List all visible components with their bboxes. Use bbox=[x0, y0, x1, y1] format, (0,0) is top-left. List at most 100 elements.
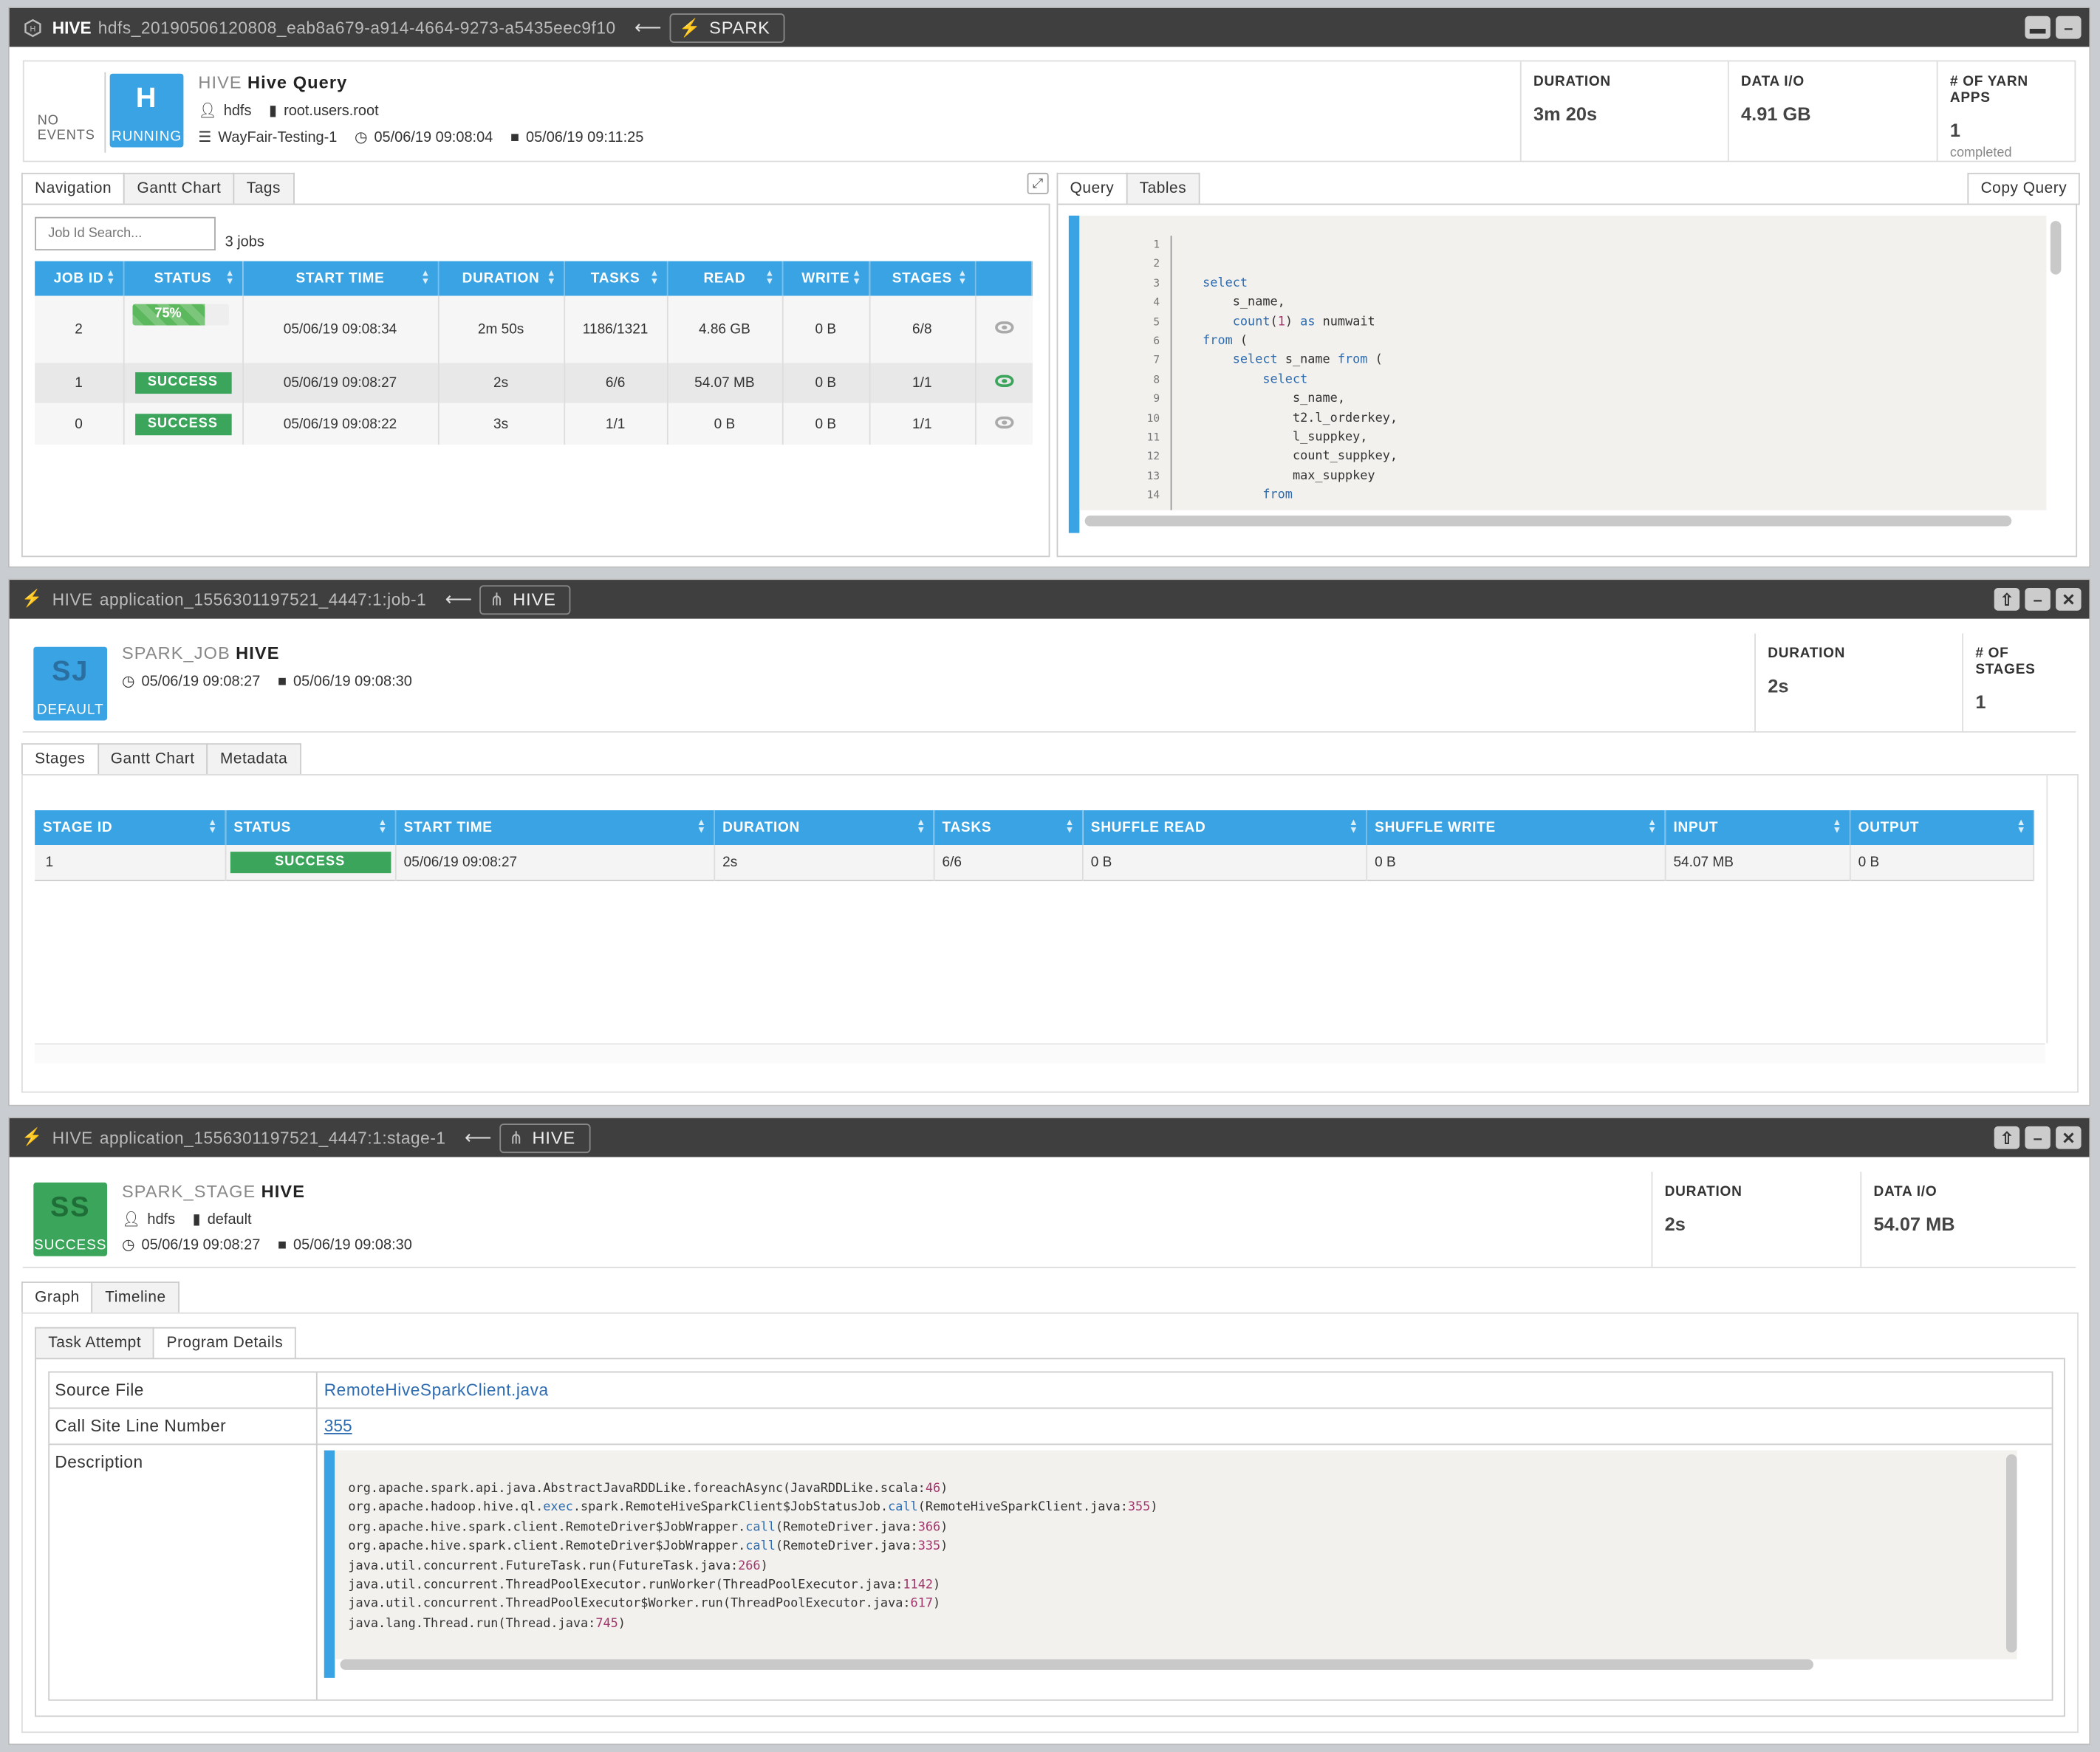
right-tabs: Query Tables bbox=[1056, 172, 1200, 204]
pin-icon[interactable]: ⇧ bbox=[1994, 587, 2020, 611]
line-text: s_name, bbox=[1203, 391, 1346, 406]
tab-query[interactable]: Query bbox=[1056, 172, 1128, 204]
tab-graph[interactable]: Graph bbox=[21, 1282, 93, 1313]
col-write[interactable]: WRITE ▲ ▼ bbox=[781, 261, 870, 296]
sort-icon[interactable]: ▲ ▼ bbox=[378, 818, 388, 836]
hive-link-label: HIVE bbox=[532, 1127, 576, 1148]
col-tasks[interactable]: TASKS ▲ ▼ bbox=[564, 261, 668, 296]
job-stages: 1/1 bbox=[869, 363, 976, 403]
expand-icon[interactable]: ⤢ bbox=[1027, 172, 1049, 194]
col-stages[interactable]: STAGES ▲ ▼ bbox=[869, 261, 976, 296]
col-label: STAGES bbox=[892, 270, 952, 287]
table-row[interactable]: 2 75% 05/06/19 09:08:34 2m 50s 1186/1321… bbox=[35, 295, 1032, 363]
tab-tables[interactable]: Tables bbox=[1126, 172, 1200, 204]
tab-tags[interactable]: Tags bbox=[233, 172, 295, 204]
view-eye-icon[interactable] bbox=[994, 415, 1013, 428]
description-scrollbar-vertical[interactable] bbox=[2006, 1454, 2017, 1653]
sort-icon[interactable]: ▲ ▼ bbox=[1833, 818, 1842, 836]
job-duration: 2s bbox=[437, 363, 565, 403]
spark-link-button[interactable]: ⚡ SPARK bbox=[669, 13, 785, 43]
sort-icon[interactable]: ▲ ▼ bbox=[916, 818, 926, 836]
end-time: 05/06/19 09:08:30 bbox=[293, 673, 412, 689]
sort-icon[interactable]: ▲ ▼ bbox=[547, 269, 556, 287]
pin-icon[interactable]: ⇧ bbox=[1994, 1126, 2020, 1149]
description-scrollbar-horizontal[interactable] bbox=[340, 1659, 1813, 1670]
tab-stages[interactable]: Stages bbox=[21, 743, 99, 774]
view-eye-icon[interactable] bbox=[994, 374, 1013, 387]
call-site-label: Call Site Line Number bbox=[55, 1417, 227, 1436]
close-icon[interactable]: ✕ bbox=[2056, 587, 2082, 611]
close-icon[interactable]: ✕ bbox=[2056, 1126, 2082, 1149]
col-duration[interactable]: DURATION ▲ ▼ bbox=[714, 810, 934, 846]
sort-icon[interactable]: ▲ ▼ bbox=[106, 269, 116, 287]
user-queue-row: 👤︎ hdfs ▮ root.users.root bbox=[198, 102, 389, 120]
col-shuffle-write[interactable]: SHUFFLE WRITE ▲ ▼ bbox=[1366, 810, 1666, 846]
col-status[interactable]: STATUS ▲ ▼ bbox=[225, 810, 396, 846]
stages-pane: STAGE ID ▲ ▼ STATUS ▲ ▼ START TIME ▲ ▼ DURATIO… bbox=[21, 773, 2079, 1093]
call-site-link[interactable]: 355 bbox=[324, 1417, 352, 1435]
query-scrollbar-horizontal[interactable] bbox=[1084, 516, 2012, 527]
tab-gantt-chart[interactable]: Gantt Chart bbox=[123, 172, 235, 204]
col-status[interactable]: STATUS ▲ ▼ bbox=[123, 261, 244, 296]
tab-gantt-chart[interactable]: Gantt Chart bbox=[97, 743, 208, 774]
col-label: DURATION bbox=[462, 270, 540, 287]
col-duration[interactable]: DURATION ▲ ▼ bbox=[437, 261, 565, 296]
sort-icon[interactable]: ▲ ▼ bbox=[1349, 818, 1358, 836]
view-eye-icon[interactable] bbox=[994, 321, 1013, 334]
copy-query-button[interactable]: Copy Query bbox=[1967, 172, 2081, 205]
query-scrollbar-vertical[interactable] bbox=[2050, 221, 2062, 275]
col-job-id[interactable]: JOB ID ▲ ▼ bbox=[35, 261, 124, 296]
col-tasks[interactable]: TASKS ▲ ▼ bbox=[933, 810, 1083, 846]
tab-timeline[interactable]: Timeline bbox=[92, 1282, 179, 1313]
stages-scrollbar-horizontal[interactable] bbox=[35, 1043, 2045, 1064]
success-badge: SS SUCCESS bbox=[33, 1182, 108, 1256]
stat-label: # OF YARN APPS bbox=[1949, 73, 2028, 106]
col-input[interactable]: INPUT ▲ ▼ bbox=[1664, 810, 1850, 846]
col-shuffle-read[interactable]: SHUFFLE READ ▲ ▼ bbox=[1081, 810, 1367, 846]
sort-icon[interactable]: ▲ ▼ bbox=[1647, 818, 1657, 836]
tab-task-attempt[interactable]: Task Attempt bbox=[35, 1327, 155, 1358]
col-label: TASKS bbox=[942, 819, 992, 836]
hive-link-button[interactable]: ⋔ HIVE bbox=[499, 1123, 591, 1153]
sort-icon[interactable]: ▲ ▼ bbox=[697, 818, 706, 836]
col-stage-id[interactable]: STAGE ID ▲ ▼ bbox=[35, 810, 226, 846]
col-start-time[interactable]: START TIME ▲ ▼ bbox=[242, 261, 439, 296]
query-line: 7 select s_name from ( bbox=[1079, 352, 2046, 371]
job-id: 2 bbox=[35, 295, 124, 363]
minimize-icon[interactable]: – bbox=[2025, 587, 2051, 611]
source-file-link[interactable]: RemoteHiveSparkClient.java bbox=[324, 1380, 549, 1399]
stat-label: DATA I/O bbox=[1873, 1183, 1937, 1200]
query-line: 14 from bbox=[1079, 487, 2046, 506]
sort-icon[interactable]: ▲ ▼ bbox=[2017, 818, 2026, 836]
job-status: SUCCESS bbox=[123, 403, 244, 445]
minimize-icon[interactable]: – bbox=[2056, 16, 2082, 39]
sort-icon[interactable]: ▲ ▼ bbox=[208, 818, 217, 836]
tab-program-details[interactable]: Program Details bbox=[153, 1327, 297, 1358]
minimize-icon[interactable]: – bbox=[2025, 1126, 2051, 1149]
hive-link-button[interactable]: ⋔ HIVE bbox=[479, 584, 571, 615]
gutter-line bbox=[1170, 236, 1172, 510]
svg-text:H: H bbox=[30, 24, 35, 33]
table-row[interactable]: 1 SUCCESS 05/06/19 09:08:27 2s 6/6 0 B 0… bbox=[35, 845, 2035, 880]
sort-icon[interactable]: ▲ ▼ bbox=[1065, 818, 1075, 836]
title-app: HIVE bbox=[52, 18, 92, 37]
comment-icon[interactable]: ▬ bbox=[2025, 16, 2051, 39]
col-start-time[interactable]: START TIME ▲ ▼ bbox=[394, 810, 715, 846]
table-row[interactable]: 0 SUCCESS 05/06/19 09:08:22 3s 1/1 0 B 0… bbox=[35, 403, 1032, 445]
sort-icon[interactable]: ▲ ▼ bbox=[225, 269, 235, 287]
tab-metadata[interactable]: Metadata bbox=[206, 743, 301, 774]
app-root: H HIVE hdfs_20190506120808_eab8a679-a914… bbox=[0, 0, 2100, 1752]
col-output[interactable]: OUTPUT ▲ ▼ bbox=[1849, 810, 2035, 846]
job-id-search-input[interactable] bbox=[35, 216, 216, 251]
table-row[interactable]: 1 SUCCESS 05/06/19 09:08:27 2s 6/6 54.07… bbox=[35, 363, 1032, 403]
sort-icon[interactable]: ▲ ▼ bbox=[958, 269, 968, 287]
sort-icon[interactable]: ▲ ▼ bbox=[650, 269, 660, 287]
job-write: 0 B bbox=[781, 295, 870, 363]
tab-navigation[interactable]: Navigation bbox=[21, 172, 126, 204]
sort-icon[interactable]: ▲ ▼ bbox=[765, 269, 775, 287]
sort-icon[interactable]: ▲ ▼ bbox=[421, 269, 431, 287]
sort-icon[interactable]: ▲ ▼ bbox=[852, 269, 861, 287]
col-read[interactable]: READ ▲ ▼ bbox=[666, 261, 783, 296]
query-line: 3 select bbox=[1079, 274, 2046, 293]
success-badge: SUCCESS bbox=[229, 851, 391, 873]
